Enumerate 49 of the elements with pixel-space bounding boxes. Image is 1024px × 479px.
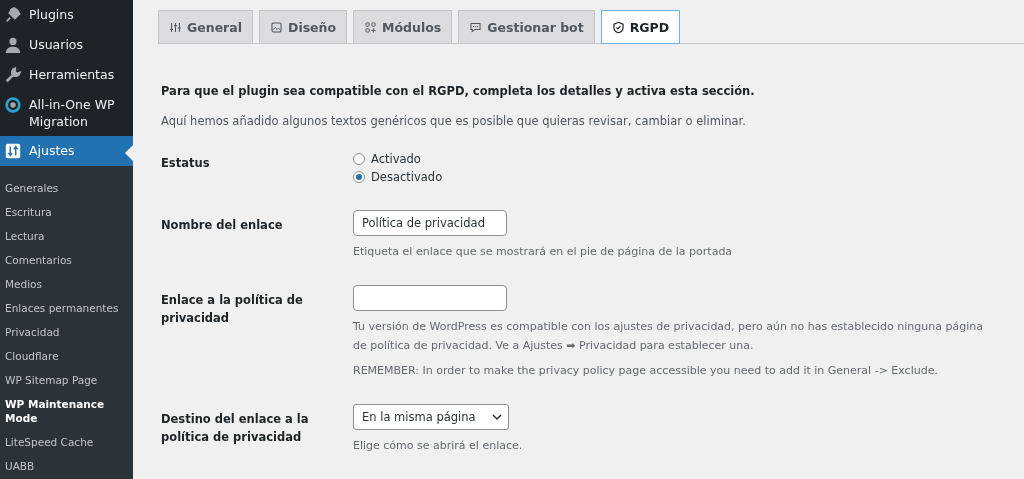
ring-icon [4,96,22,114]
note-text: Aquí hemos añadido algunos textos genéricos que es posible que quieras revisar, cambiar o eliminar. [161,114,747,128]
submenu-item[interactable]: Comentarios [0,248,133,272]
sliders-icon [169,20,182,34]
menu-item[interactable]: Ajustes [0,136,133,166]
submenu-item[interactable]: Generales [0,176,133,200]
input-field[interactable]: Política de privacidad [353,210,507,236]
submenu-item[interactable]: WP Maintenance Mode [0,392,133,430]
wrench-icon [4,66,22,84]
tab[interactable]: Diseño [259,10,348,43]
submenu-item[interactable]: Cloudflare [0,344,133,368]
radio-label[interactable]: Activado [371,152,421,166]
radio-button[interactable] [353,171,365,183]
submenu-item[interactable]: Privacidad [0,320,133,344]
chevron-down-icon [491,412,502,422]
speech-bubble-icon [469,20,483,34]
menu-item[interactable]: Herramientas [0,60,133,90]
help-text: Etiqueta el enlace que se mostrará en el pie de página de la portada [353,244,734,260]
submenu-item[interactable]: WP Sitemap Page [0,368,133,392]
menu-item[interactable]: Plugins [0,0,133,30]
tab[interactable]: RGPD [600,10,681,44]
help-text: REMEMBER: In order to make the privacy policy page accessible you need to add it in General -> Exclude. [353,363,939,379]
input-field[interactable] [353,285,507,311]
submenu-item[interactable]: LiteSpeed Cache [0,430,133,454]
sliders-icon [4,142,22,160]
field-label: Destino del enlace a la política de privacidad [161,411,310,446]
tab[interactable]: Módulos [353,10,453,43]
submenu-item[interactable]: Lectura [0,224,133,248]
submenu-item[interactable]: Enlaces permanentes [0,296,133,320]
submenu-item[interactable]: Escritura [0,200,133,224]
help-text: Elige cómo se abrirá el enlace. [353,438,524,454]
radio-label[interactable]: Desactivado [371,170,443,184]
user-icon [4,36,22,54]
radio-button[interactable] [353,153,365,165]
submenu-item[interactable]: UABB [0,454,133,478]
field-label: Estatus [161,155,211,172]
shield-check-icon [611,20,625,34]
menu-item[interactable]: Usuarios [0,30,133,60]
intro-text: Para que el plugin sea compatible con el RGPD, completa los detalles y activa esta sección. [161,84,756,98]
image-icon [270,20,283,34]
dropdown[interactable]: En la misma página [353,404,509,430]
tab[interactable]: Gestionar bot [458,10,595,43]
field-label: Nombre del enlace [161,217,284,234]
tab[interactable]: General [158,10,253,43]
submenu-item[interactable]: Medios [0,272,133,296]
menu-item[interactable]: All-in-One WP Migration [0,90,133,136]
grid-icon [364,20,378,34]
help-text: Tu versión de WordPress es compatible con los ajustes de privacidad, pero aún no has establecido ninguna página de política de privacidad. Ve a Ajustes ➡ Privacidad para establecer una. [353,319,984,354]
field-label: Enlace a la política de privacidad [161,292,304,327]
